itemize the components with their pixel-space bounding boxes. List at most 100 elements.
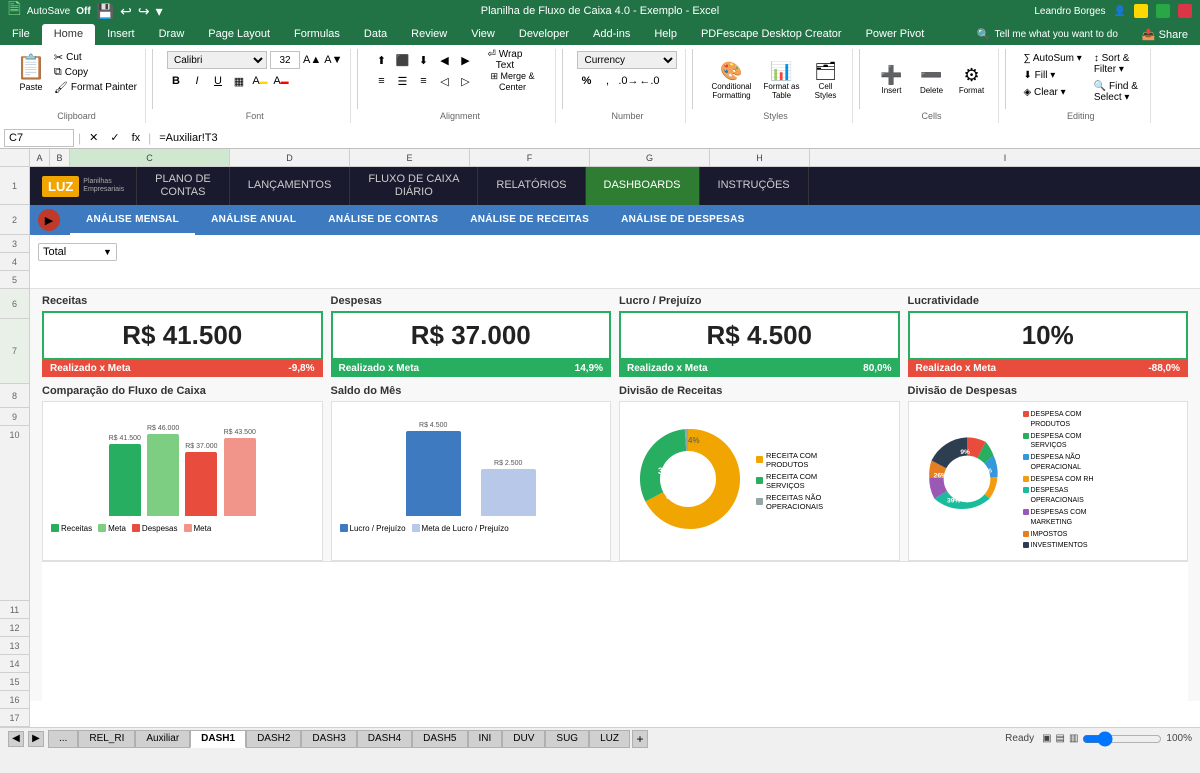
- tab-data[interactable]: Data: [352, 24, 399, 45]
- sheet-tab-sug[interactable]: SUG: [545, 730, 589, 748]
- bold-btn[interactable]: B: [167, 72, 185, 90]
- filter-dropdown[interactable]: Total ▼: [38, 243, 117, 261]
- nav-logo[interactable]: LUZ PlanilhasEmpresariais: [30, 167, 137, 205]
- minimize-btn[interactable]: [1134, 4, 1148, 18]
- sheet-tab-dash1[interactable]: DASH1: [190, 730, 246, 748]
- cancel-formula-btn[interactable]: ✕: [85, 131, 102, 144]
- tab-pdfescape[interactable]: PDFescape Desktop Creator: [689, 24, 854, 45]
- delete-btn[interactable]: ➖ Delete: [914, 61, 950, 99]
- customize-icon[interactable]: ▾: [156, 3, 163, 20]
- align-right-btn[interactable]: ≡: [414, 72, 432, 90]
- sheet-tab-auxiliar[interactable]: Auxiliar: [135, 730, 190, 748]
- merge-center-btn[interactable]: ⊞ Merge & Center: [477, 72, 547, 90]
- name-box[interactable]: [4, 129, 74, 147]
- format-btn[interactable]: ⚙ Format: [954, 61, 990, 99]
- tab-help[interactable]: Help: [642, 24, 689, 45]
- italic-btn[interactable]: I: [188, 72, 206, 90]
- sub-tab-despesas[interactable]: ANÁLISE DE DESPESAS: [605, 205, 761, 235]
- sheet-tab-duv[interactable]: DUV: [502, 730, 545, 748]
- sheet-tab-ini[interactable]: INI: [468, 730, 503, 748]
- nav-lancamentos[interactable]: LANÇAMENTOS: [230, 167, 351, 205]
- dec-decrease-btn[interactable]: ←.0: [640, 72, 658, 90]
- font-name-select[interactable]: Calibri: [167, 51, 267, 69]
- col-header-b[interactable]: B: [50, 149, 70, 166]
- redo-icon[interactable]: ↪: [138, 3, 150, 20]
- wrap-text-btn[interactable]: ⏎ Wrap Text: [477, 51, 532, 69]
- font-color-btn[interactable]: A▬: [272, 72, 290, 90]
- formula-input[interactable]: [155, 131, 1196, 145]
- fill-color-btn[interactable]: A▬: [251, 72, 269, 90]
- paste-btn[interactable]: 📋 Paste: [16, 53, 46, 92]
- underline-btn[interactable]: U: [209, 72, 227, 90]
- align-top-btn[interactable]: ⬆: [372, 51, 390, 69]
- share-btn[interactable]: 📤 Share: [1130, 24, 1200, 45]
- sub-tab-anual[interactable]: ANÁLISE ANUAL: [195, 205, 312, 235]
- border-btn[interactable]: ▦: [230, 72, 248, 90]
- save-icon[interactable]: 💾: [97, 3, 114, 20]
- account-icon[interactable]: 👤: [1114, 6, 1126, 17]
- play-btn[interactable]: ▶: [38, 209, 60, 231]
- decrease-indent-btn[interactable]: ◁: [435, 72, 453, 90]
- sheet-tab-dash5[interactable]: DASH5: [412, 730, 467, 748]
- sheet-tab-dash4[interactable]: DASH4: [357, 730, 412, 748]
- close-btn[interactable]: [1178, 4, 1192, 18]
- font-grow-btn[interactable]: A▲: [303, 54, 321, 66]
- col-header-g[interactable]: G: [590, 149, 710, 166]
- sheet-nav-right[interactable]: ▶: [28, 731, 44, 747]
- sort-filter-btn[interactable]: ↕ Sort &Filter ▾: [1090, 51, 1142, 77]
- page-break-btn[interactable]: ▥: [1069, 733, 1078, 744]
- percent-btn[interactable]: %: [577, 72, 595, 90]
- indent-decrease-btn[interactable]: ◀: [435, 51, 453, 69]
- increase-indent-btn[interactable]: ▷: [456, 72, 474, 90]
- insert-btn[interactable]: ➕ Insert: [874, 61, 910, 99]
- tab-formulas[interactable]: Formulas: [282, 24, 352, 45]
- sheet-tab-dash2[interactable]: DASH2: [246, 730, 301, 748]
- align-left-btn[interactable]: ≡: [372, 72, 390, 90]
- undo-icon[interactable]: ↩: [120, 3, 132, 20]
- tab-view[interactable]: View: [459, 24, 507, 45]
- tab-home[interactable]: Home: [42, 24, 95, 45]
- comma-btn[interactable]: ,: [598, 72, 616, 90]
- page-layout-btn[interactable]: ▤: [1056, 733, 1065, 744]
- col-header-f[interactable]: F: [470, 149, 590, 166]
- copy-btn[interactable]: ⧉Copy: [54, 66, 137, 79]
- nav-plano-contas[interactable]: PLANO DECONTAS: [137, 167, 230, 205]
- tab-insert[interactable]: Insert: [95, 24, 147, 45]
- find-select-btn[interactable]: 🔍 Find &Select ▾: [1090, 79, 1142, 105]
- format-as-table-btn[interactable]: 📊 Format asTable: [760, 57, 804, 104]
- font-shrink-btn[interactable]: A▼: [324, 54, 342, 66]
- cut-btn[interactable]: ✂Cut: [54, 51, 137, 64]
- tab-review[interactable]: Review: [399, 24, 459, 45]
- zoom-slider[interactable]: [1082, 733, 1162, 745]
- insert-function-btn[interactable]: fx: [128, 132, 145, 144]
- number-format-select[interactable]: Currency: [577, 51, 677, 69]
- conditional-formatting-btn[interactable]: 🎨 ConditionalFormatting: [707, 57, 755, 104]
- font-size-input[interactable]: [270, 51, 300, 69]
- col-header-c[interactable]: C: [70, 149, 230, 166]
- tab-draw[interactable]: Draw: [147, 24, 197, 45]
- sheet-tab-rel-ri[interactable]: REL_RI: [78, 730, 135, 748]
- tell-me-box[interactable]: 🔍Tell me what you want to do: [965, 24, 1130, 45]
- tab-add-ins[interactable]: Add-ins: [581, 24, 642, 45]
- confirm-formula-btn[interactable]: ✓: [106, 131, 123, 144]
- sheet-tab-dash3[interactable]: DASH3: [301, 730, 356, 748]
- align-bottom-btn[interactable]: ⬇: [414, 51, 432, 69]
- nav-dashboards[interactable]: DASHBOARDS: [586, 167, 700, 205]
- nav-fluxo-caixa[interactable]: FLUXO DE CAIXADIÁRIO: [350, 167, 478, 205]
- align-center-btn[interactable]: ☰: [393, 72, 411, 90]
- indent-increase-btn[interactable]: ▶: [456, 51, 474, 69]
- nav-relatorios[interactable]: RELATÓRIOS: [478, 167, 585, 205]
- format-painter-btn[interactable]: 🖌Format Painter: [54, 81, 137, 94]
- nav-instrucoes[interactable]: INSTRUÇÕES: [700, 167, 809, 205]
- add-sheet-btn[interactable]: +: [632, 730, 648, 748]
- fill-btn[interactable]: ⬇ Fill ▾: [1020, 68, 1086, 83]
- col-header-h[interactable]: H: [710, 149, 810, 166]
- sub-tab-contas[interactable]: ANÁLISE DE CONTAS: [312, 205, 454, 235]
- tab-developer[interactable]: Developer: [507, 24, 581, 45]
- col-header-e[interactable]: E: [350, 149, 470, 166]
- tab-page-layout[interactable]: Page Layout: [196, 24, 282, 45]
- col-header-a[interactable]: A: [30, 149, 50, 166]
- align-middle-btn[interactable]: ⬛: [393, 51, 411, 69]
- sheet-tab-luz[interactable]: LUZ: [589, 730, 630, 748]
- autosum-btn[interactable]: ∑ AutoSum ▾: [1020, 51, 1086, 66]
